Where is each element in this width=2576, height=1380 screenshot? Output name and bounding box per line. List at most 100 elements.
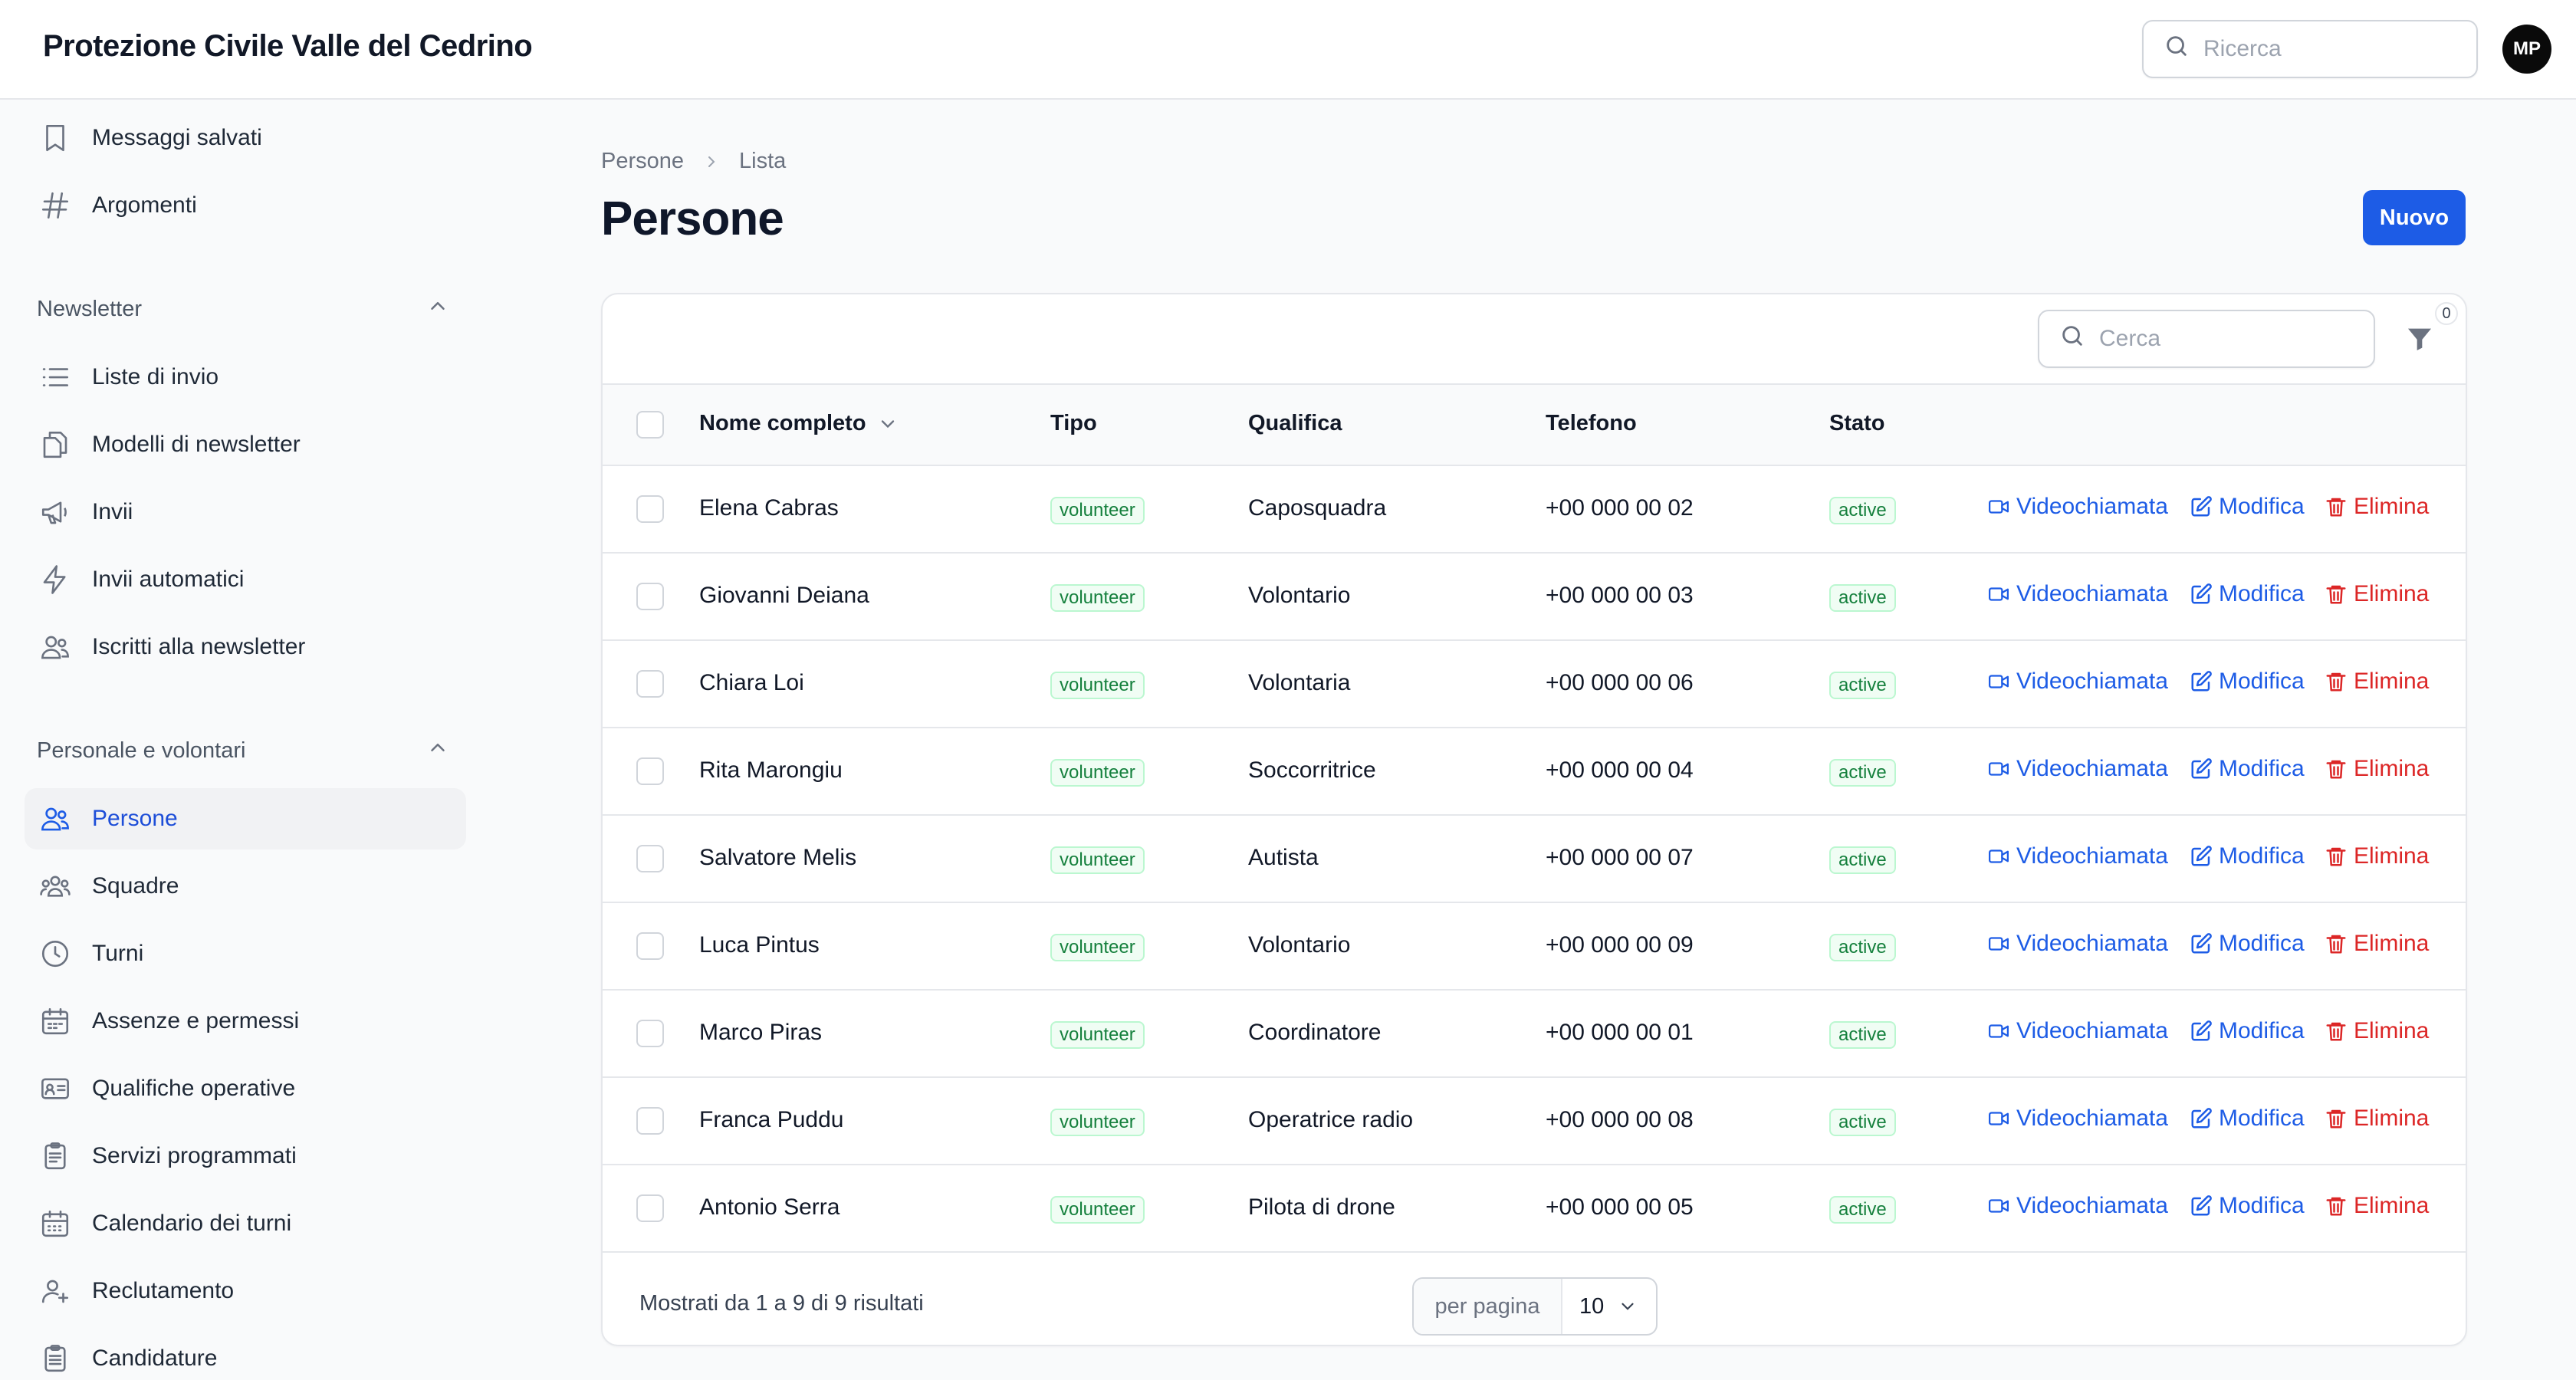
video-call-button[interactable]: Videochiamata [1987,756,2168,782]
table-row: Salvatore Melis volunteer Autista +00 000 0… [603,816,2466,903]
video-call-button[interactable]: Videochiamata [1987,1018,2168,1044]
pencil-square-icon [2190,670,2219,693]
app-title: Protezione Civile Valle del Cedrino [43,29,533,63]
row-checkbox[interactable] [636,757,664,785]
pencil-square-icon [2190,1194,2219,1217]
global-search[interactable] [2142,20,2478,78]
sidebar-item-argomenti[interactable]: Argomenti [25,175,466,236]
sidebar-item-assenze-e-permessi[interactable]: Assenze e permessi [25,991,466,1052]
delete-button[interactable]: Elimina [2325,581,2429,607]
sidebar-group-newsletter[interactable]: Newsletter [37,290,449,328]
sidebar-item-squadre[interactable]: Squadre [25,856,466,917]
table-search-input[interactable] [2099,326,2344,352]
sidebar-item-turni[interactable]: Turni [25,923,466,984]
video-camera-icon [1987,583,2016,606]
row-checkbox[interactable] [636,495,664,523]
cell-name: Elena Cabras [699,495,839,521]
sidebar-item-reclutamento[interactable]: Reclutamento [25,1260,466,1322]
breadcrumb-root[interactable]: Persone [601,149,684,174]
sidebar-item-persone[interactable]: Persone [25,788,466,849]
status-badge: active [1829,584,1896,612]
sidebar-group-personale-e-volontari[interactable]: Personale e volontari [37,731,449,770]
action-label: Videochiamata [2016,581,2168,606]
action-label: Videochiamata [2016,931,2168,956]
action-label: Elimina [2354,1106,2430,1131]
chevron-up-icon [426,736,449,765]
column-header-qualifica: Qualifica [1248,411,1342,435]
sidebar: Messaggi salvati Argomenti Newsletter Li… [0,101,491,1380]
cell-role: Coordinatore [1248,1020,1382,1045]
type-badge: volunteer [1050,1021,1145,1049]
row-checkbox[interactable] [636,932,664,960]
sidebar-item-qualifiche-operative[interactable]: Qualifiche operative [25,1058,466,1119]
user-group-icon [38,869,72,903]
edit-button[interactable]: Modifica [2190,494,2305,520]
video-call-button[interactable]: Videochiamata [1987,1193,2168,1219]
cell-role: Soccorritrice [1248,757,1376,783]
status-badge: active [1829,1109,1896,1136]
cell-role: Operatrice radio [1248,1107,1414,1132]
delete-button[interactable]: Elimina [2325,1106,2429,1132]
action-label: Modifica [2219,843,2305,869]
action-label: Modifica [2219,931,2305,956]
row-checkbox[interactable] [636,1194,664,1222]
row-checkbox[interactable] [636,583,664,610]
video-call-button[interactable]: Videochiamata [1987,843,2168,869]
delete-button[interactable]: Elimina [2325,1193,2429,1219]
edit-button[interactable]: Modifica [2190,756,2305,782]
per-page-select[interactable]: 10 [1562,1279,1656,1334]
select-all-checkbox[interactable] [636,411,664,439]
delete-button[interactable]: Elimina [2325,931,2429,957]
global-search-input[interactable] [2203,36,2449,62]
cell-role: Autista [1248,845,1319,870]
edit-button[interactable]: Modifica [2190,1193,2305,1219]
row-checkbox[interactable] [636,1107,664,1135]
new-button[interactable]: Nuovo [2363,190,2466,245]
users-icon [38,802,72,836]
action-label: Videochiamata [2016,1018,2168,1043]
video-camera-icon [1987,1194,2016,1217]
sidebar-item-invii[interactable]: Invii [25,481,466,543]
edit-button[interactable]: Modifica [2190,669,2305,695]
delete-button[interactable]: Elimina [2325,756,2429,782]
sidebar-item-calendario-dei-turni[interactable]: Calendario dei turni [25,1193,466,1254]
megaphone-icon [38,495,72,529]
delete-button[interactable]: Elimina [2325,843,2429,869]
edit-button[interactable]: Modifica [2190,1018,2305,1044]
pencil-square-icon [2190,583,2219,606]
video-call-button[interactable]: Videochiamata [1987,1106,2168,1132]
filter-button[interactable] [2398,320,2441,363]
edit-button[interactable]: Modifica [2190,843,2305,869]
row-checkbox[interactable] [636,845,664,872]
sidebar-item-servizi-programmati[interactable]: Servizi programmati [25,1125,466,1187]
sidebar-item-iscritti-alla-newsletter[interactable]: Iscritti alla newsletter [25,616,466,678]
status-badge: active [1829,672,1896,699]
row-checkbox[interactable] [636,670,664,698]
trash-icon [2325,1020,2354,1043]
delete-button[interactable]: Elimina [2325,1018,2429,1044]
edit-button[interactable]: Modifica [2190,581,2305,607]
video-call-button[interactable]: Videochiamata [1987,931,2168,957]
sidebar-item-invii-automatici[interactable]: Invii automatici [25,549,466,610]
delete-button[interactable]: Elimina [2325,494,2429,520]
cell-role: Volontario [1248,583,1351,608]
action-label: Videochiamata [2016,756,2168,781]
table-search[interactable] [2038,310,2375,368]
edit-button[interactable]: Modifica [2190,1106,2305,1132]
list-icon [38,360,72,394]
user-avatar[interactable]: MP [2502,25,2551,74]
sidebar-item-modelli-di-newsletter[interactable]: Modelli di newsletter [25,414,466,475]
video-call-button[interactable]: Videochiamata [1987,494,2168,520]
sidebar-item-candidature[interactable]: Candidature [25,1328,466,1380]
sidebar-item-messaggi-salvati[interactable]: Messaggi salvati [25,107,466,169]
edit-button[interactable]: Modifica [2190,931,2305,957]
video-call-button[interactable]: Videochiamata [1987,669,2168,695]
video-call-button[interactable]: Videochiamata [1987,581,2168,607]
per-page-control[interactable]: per pagina 10 [1412,1277,1658,1336]
delete-button[interactable]: Elimina [2325,669,2429,695]
row-checkbox[interactable] [636,1020,664,1047]
per-page-label: per pagina [1414,1279,1562,1334]
sidebar-item-liste-di-invio[interactable]: Liste di invio [25,347,466,408]
sidebar-item-label: Invii automatici [92,567,245,592]
column-header-nome-completo[interactable]: Nome completo [699,411,899,436]
